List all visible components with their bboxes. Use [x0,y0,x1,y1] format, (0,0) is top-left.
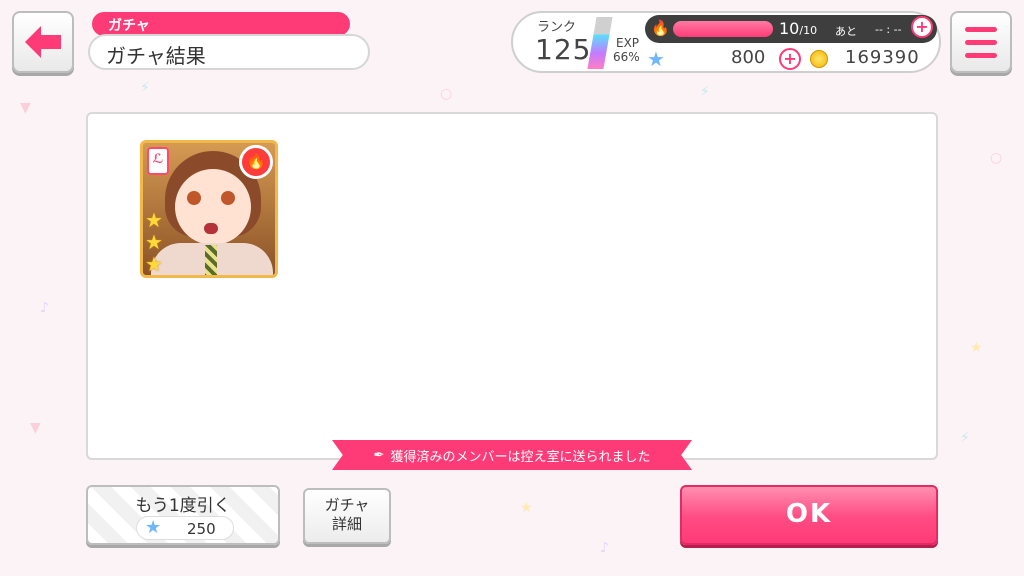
coin-count: 169390 [845,47,920,68]
star-icon: ★ [145,208,163,232]
result-card[interactable]: ℒ 🔥 ★ ★ ★ [140,140,278,278]
page-category: ガチャ [92,12,350,36]
star-icon: ★ [145,230,163,254]
ok-button[interactable]: OK [680,485,938,545]
menu-button[interactable] [950,11,1012,73]
add-star-gems-button[interactable]: + [779,48,801,70]
powerful-attribute-icon: 🔥 [239,145,273,179]
page-title: ガチャ結果 [88,34,370,70]
gacha-detail-button[interactable]: ガチャ 詳細 [303,488,391,544]
fire-icon: 🔥 [651,19,670,37]
rarity-stars: ★ ★ ★ [145,209,169,275]
notice-ribbon: ✒ 獲得済みのメンバーは控え室に送られました [332,440,692,470]
band-icon: ℒ [147,147,169,175]
stamina-panel: 🔥 10/10 あと -- : -- + [645,15,937,43]
star-gem-icon: ★ [647,47,665,71]
pull-cost: ★ 250 [136,516,234,540]
pull-again-label: もう1度引く [135,496,231,516]
exp-percent: 66% [613,50,640,64]
coin-icon [810,50,828,68]
notice-text: 獲得済みのメンバーは控え室に送られました [390,449,651,465]
stamina-timer: -- : -- [875,23,902,36]
exp-gauge [587,17,613,69]
add-stamina-button[interactable]: + [911,16,933,38]
menu-icon [965,27,997,32]
pull-cost-value: 250 [187,520,216,538]
back-arrow-icon [25,26,61,58]
gacha-result-panel: ℒ 🔥 ★ ★ ★ [86,112,938,460]
back-button[interactable] [12,11,74,73]
stamina-after-label: あと [835,25,857,38]
stamina-fill [673,21,773,37]
star-gem-icon: ★ [145,517,162,538]
pull-again-button[interactable]: もう1度引く ★ 250 [86,485,280,545]
stamina-current: 10 [779,19,800,38]
page-title-plate: ガチャ ガチャ結果 [88,12,370,72]
star-icon: ★ [145,252,163,276]
star-gem-count: 800 [731,47,766,68]
gacha-detail-label-1: ガチャ [324,496,370,514]
exp-label: EXP [616,36,640,50]
rank-value: 125 [535,33,592,66]
stamina-max: /10 [799,24,818,37]
player-status-panel: ランク 125 EXP 66% 🔥 10/10 あと -- : -- + ★ 8… [511,11,941,73]
gacha-detail-label-2: 詳細 [331,515,362,533]
stamina-bar [673,21,773,37]
stamina-count: 10/10 [779,19,817,38]
pen-icon: ✒ [373,447,385,463]
